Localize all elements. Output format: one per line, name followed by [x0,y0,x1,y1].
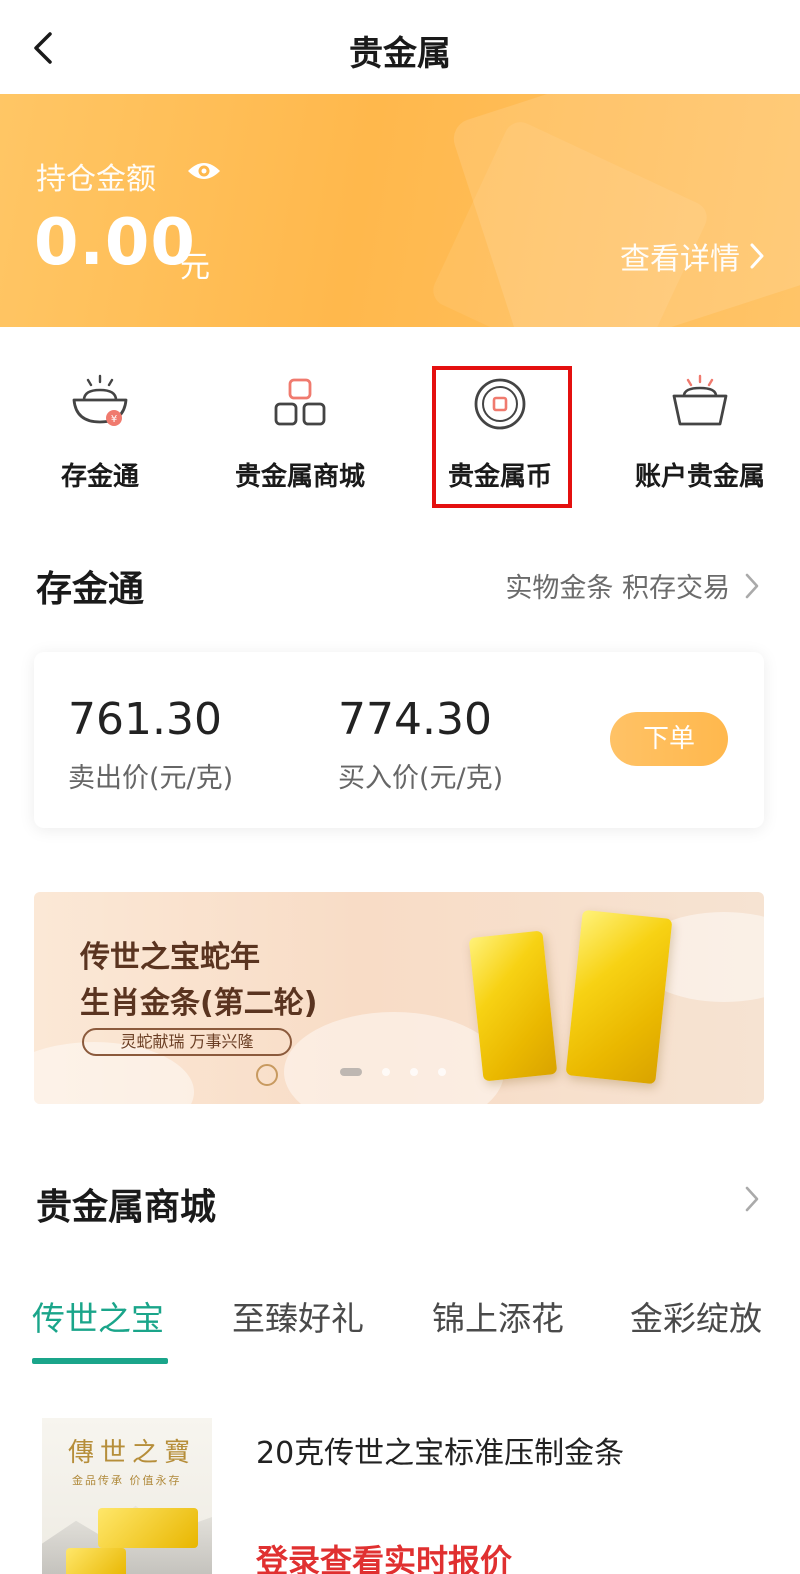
view-details-link[interactable]: 查看详情 [620,234,766,278]
section-title-cunjintong: 存金通 [36,569,145,610]
quick-nav-label: 贵金属币 [447,462,552,492]
carousel-indicator [340,1068,466,1076]
mall-blocks-icon [274,378,326,426]
buy-price: 774.30 [338,694,492,745]
promo-title-line2: 生肖金条(第二轮) [80,986,318,1021]
quick-nav-label: 账户贵金属 [634,462,765,492]
cunjintong-more-label: 实物金条 积存交易 [505,573,730,604]
chevron-right-icon [745,1186,759,1212]
gold-bar-image [66,1548,126,1574]
product-image[interactable]: 傳世之寶 金品传承 价值永存 [42,1418,212,1574]
gold-bar-image [468,930,558,1082]
product-name[interactable]: 20克传世之宝标准压制金条 [256,1428,624,1472]
section-title-mall: 贵金属商城 [36,1187,217,1228]
gold-bowl-icon [672,374,728,426]
holdings-banner: 持仓金额 0.00 元 查看详情 [0,94,800,327]
quick-nav: ¥ 存金通 贵金属商城 贵金属币 账户贵金属 [0,360,800,510]
holdings-unit: 元 [180,250,210,285]
svg-text:¥: ¥ [111,414,117,425]
promo-title-line1: 传世之宝蛇年 [80,940,260,975]
carousel-dot-active[interactable] [340,1068,362,1076]
holdings-amount: 0.00 [34,206,196,280]
active-tab-indicator [32,1358,168,1364]
coin-icon [474,378,526,430]
tab-jinshang[interactable]: 锦上添花 [432,1292,564,1340]
cunjintong-more-link[interactable]: 实物金条 积存交易 [505,566,760,605]
top-bar: 贵金属 [0,0,800,94]
carousel-dot[interactable] [438,1068,446,1076]
holdings-label: 持仓金额 [36,162,156,197]
sell-price: 761.30 [68,694,222,745]
promo-tagline: 灵蛇献瑞 万事兴隆 [82,1028,292,1056]
quick-nav-label: 贵金属商城 [234,462,365,492]
gold-bar-image [98,1508,198,1548]
price-card: 761.30 卖出价(元/克) 774.30 买入价(元/克) 下单 [34,652,764,828]
product-image-title: 傳世之寶 [68,1438,197,1468]
order-button[interactable]: 下单 [610,712,728,766]
chevron-right-icon [745,573,759,598]
buy-price-label: 买入价(元/克) [338,763,504,794]
carousel-dot[interactable] [382,1068,390,1076]
tab-jincai[interactable]: 金彩绽放 [630,1292,762,1340]
cloud-decoration [284,1012,504,1104]
carousel-dot[interactable] [410,1068,418,1076]
product-price-login-prompt[interactable]: 登录查看实时报价 [256,1536,512,1574]
quick-nav-label: 存金通 [60,462,139,492]
tab-chuanshi[interactable]: 传世之宝 [32,1292,164,1340]
eye-icon[interactable] [186,158,222,184]
mall-more-link[interactable] [730,1184,760,1214]
page-title: 贵金属 [349,34,451,74]
product-image-subtitle: 金品传承 价值永存 [72,1474,182,1487]
sell-price-label: 卖出价(元/克) [68,763,234,794]
tab-zhizhen[interactable]: 至臻好礼 [232,1292,364,1340]
gold-bar-image [565,909,673,1085]
gold-ingot-icon: ¥ [72,374,128,426]
chevron-right-icon [750,243,764,269]
promo-banner[interactable]: 传世之宝蛇年 生肖金条(第二轮) 灵蛇献瑞 万事兴隆 [34,892,764,1104]
mall-tabs: 传世之宝 至臻好礼 锦上添花 金彩绽放 [0,1292,800,1366]
brand-logo-icon [256,1064,278,1086]
view-details-label: 查看详情 [620,242,740,277]
quick-nav-coins[interactable]: 贵金属币 [400,360,600,508]
quick-nav-cunjintong[interactable]: ¥ 存金通 [0,360,200,500]
quick-nav-account-metals[interactable]: 账户贵金属 [600,360,800,500]
quick-nav-mall[interactable]: 贵金属商城 [200,360,400,500]
